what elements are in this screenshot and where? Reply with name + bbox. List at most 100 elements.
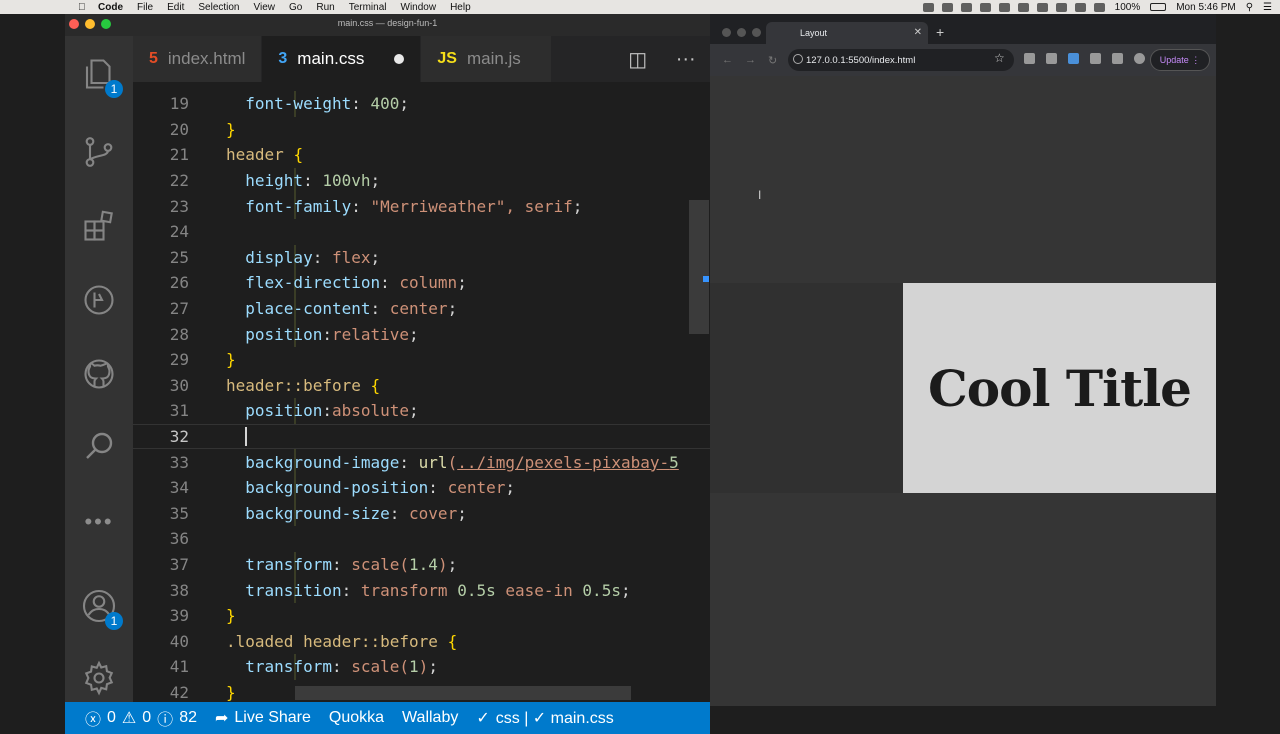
code-text: background-image: url(../img/pexels-pixa…	[245, 452, 679, 472]
close-window-button[interactable]	[722, 28, 731, 37]
code-line[interactable]: 20}	[133, 117, 710, 143]
code-line[interactable]: 27 place-content: center;	[133, 295, 710, 322]
wallaby-status[interactable]: Wallaby	[402, 709, 458, 727]
tray-app-icon[interactable]	[960, 2, 972, 12]
code-line[interactable]: 33 background-image: url(../img/pexels-p…	[133, 449, 710, 475]
language-status[interactable]: ✓ css | ✓ main.css	[476, 708, 613, 728]
line-number: 29	[169, 350, 189, 370]
new-tab-icon[interactable]: +	[936, 24, 944, 40]
code-line[interactable]: 35 background-size: cover;	[133, 500, 710, 527]
menu-app[interactable]: Code	[98, 2, 123, 13]
bookmark-star-icon[interactable]: ☆	[994, 51, 1005, 65]
source-control-icon[interactable]	[79, 132, 119, 172]
explorer-icon[interactable]: 1	[79, 54, 123, 98]
vertical-scrollbar[interactable]	[689, 200, 709, 334]
volume-icon[interactable]	[1093, 2, 1105, 12]
horizontal-scrollbar[interactable]	[295, 686, 631, 700]
run-debug-icon[interactable]	[79, 280, 119, 320]
page-viewport[interactable]: I Cool Title	[710, 76, 1216, 706]
menu-window[interactable]: Window	[401, 2, 437, 13]
hero-title: Cool Title	[928, 358, 1192, 418]
tray-app-icon[interactable]	[941, 2, 953, 12]
menu-go[interactable]: Go	[289, 2, 302, 13]
tab-main-css[interactable]: 3 main.css	[262, 36, 422, 82]
code-line[interactable]: 21 header {	[133, 142, 710, 168]
code-line[interactable]: 30 header::before {	[133, 373, 710, 399]
quokka-status[interactable]: Quokka	[329, 709, 384, 727]
extensions-icon[interactable]	[79, 206, 119, 246]
forward-icon[interactable]: →	[745, 54, 756, 66]
menu-terminal[interactable]: Terminal	[349, 2, 387, 13]
more-actions-icon[interactable]: ···	[676, 48, 696, 71]
line-number: 25	[169, 247, 189, 267]
code-line[interactable]: 28 position:relative;	[133, 321, 710, 347]
update-button[interactable]: Update ⋮	[1150, 49, 1210, 71]
line-number: 32	[169, 427, 189, 447]
back-icon[interactable]: ←	[722, 54, 733, 66]
extension-icon[interactable]	[1046, 53, 1057, 64]
puzzle-icon[interactable]	[1090, 53, 1101, 64]
code-line[interactable]: 37 transform: scale(1.4);	[133, 551, 710, 578]
code-line[interactable]: 40 .loaded header::before {	[133, 629, 710, 655]
code-line[interactable]: 19 font-weight: 400;	[133, 91, 710, 117]
code-line[interactable]: 39}	[133, 603, 710, 629]
browser-toolbar: Layout ✕ + ← → ↻ 127.0.0.1:5500/index.ht…	[710, 14, 1216, 76]
battery-icon[interactable]	[1150, 3, 1167, 11]
apple-icon[interactable]: 	[78, 2, 92, 13]
accounts-icon[interactable]: 1	[79, 586, 123, 630]
tray-app-icon[interactable]	[922, 2, 934, 12]
menu-file[interactable]: File	[137, 2, 153, 13]
bluetooth-icon[interactable]	[1055, 2, 1067, 12]
tray-app-icon[interactable]	[1017, 2, 1029, 12]
reading-list-icon[interactable]	[1112, 53, 1123, 64]
accounts-badge: 1	[105, 612, 123, 630]
code-line[interactable]: 41 transform: scale(1);	[133, 654, 710, 680]
menu-view[interactable]: View	[254, 2, 276, 13]
settings-gear-icon[interactable]	[79, 658, 119, 698]
spotlight-icon[interactable]: ⚲	[1246, 2, 1253, 13]
problems-status[interactable]: ⓧ 0 ⚠ 0 ⓘ 82	[85, 706, 197, 730]
menu-help[interactable]: Help	[450, 2, 471, 13]
unsaved-dot-icon[interactable]	[394, 54, 405, 64]
close-tab-icon[interactable]: ✕	[914, 27, 922, 38]
code-line[interactable]: 22 height: 100vh;	[133, 167, 710, 194]
code-line[interactable]: 36	[133, 526, 710, 552]
search-icon[interactable]	[79, 426, 119, 466]
clock[interactable]: Mon 5:46 PM	[1176, 2, 1235, 13]
code-line[interactable]: 23 font-family: "Merriweather", serif;	[133, 193, 710, 219]
wifi-icon[interactable]	[1074, 2, 1086, 12]
tray-app-icon[interactable]	[998, 2, 1010, 12]
code-line[interactable]: 31 position:absolute;	[133, 398, 710, 424]
zoom-window-button[interactable]	[752, 28, 761, 37]
profile-avatar[interactable]	[1134, 53, 1145, 64]
extension-icon[interactable]	[1068, 53, 1079, 64]
code-line[interactable]: 29}	[133, 347, 710, 373]
extension-icon[interactable]	[1024, 53, 1035, 64]
site-info-icon[interactable]	[793, 54, 803, 64]
code-text: height: 100vh;	[245, 171, 381, 191]
code-line[interactable]: 24	[133, 219, 710, 245]
github-icon[interactable]	[79, 354, 119, 394]
code-line[interactable]: 34 background-position: center;	[133, 475, 710, 501]
menu-run[interactable]: Run	[316, 2, 334, 13]
reload-icon[interactable]: ↻	[768, 54, 777, 67]
menu-selection[interactable]: Selection	[198, 2, 239, 13]
browser-tab[interactable]: Layout ✕	[766, 22, 928, 44]
control-center-icon[interactable]: ☰	[1263, 2, 1272, 13]
more-icon[interactable]: •••	[79, 502, 119, 542]
split-editor-icon[interactable]: ◫	[628, 47, 647, 72]
battery-percent[interactable]: 100%	[1115, 2, 1141, 13]
tab-main-js[interactable]: JS main.js	[421, 36, 552, 82]
code-line[interactable]: 26 flex-direction: column;	[133, 270, 710, 296]
code-line[interactable]: 32	[133, 423, 710, 450]
code-line[interactable]: 38 transition: transform 0.5s ease-in 0.…	[133, 577, 710, 603]
minimize-window-button[interactable]	[737, 28, 746, 37]
live-share-status[interactable]: ➦ Live Share	[215, 708, 311, 728]
tray-app-icon[interactable]	[1036, 2, 1048, 12]
menu-edit[interactable]: Edit	[167, 2, 184, 13]
code-line[interactable]: 25 display: flex;	[133, 244, 710, 271]
tray-app-icon[interactable]	[979, 2, 991, 12]
address-bar[interactable]: 127.0.0.1:5500/index.html	[788, 49, 1014, 71]
code-editor[interactable]: 19 font-weight: 400; 20} 21 header {22 heig…	[133, 82, 710, 702]
tab-index-html[interactable]: 5 index.html	[133, 36, 263, 82]
